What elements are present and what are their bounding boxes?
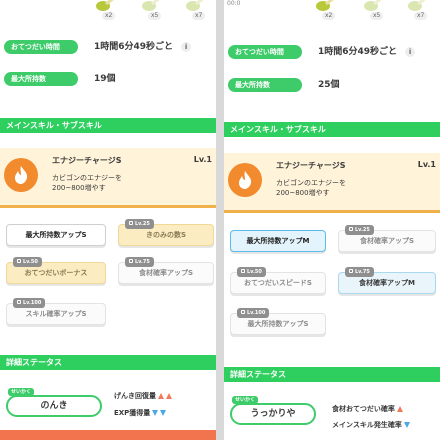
subskill-slot-50[interactable]: Lv.50 おてつだいスピードS — [230, 267, 326, 294]
up-arrow-icon — [158, 393, 164, 399]
nature-box[interactable]: のんき — [6, 395, 102, 417]
ingredient-qty: x7 — [192, 12, 206, 20]
up-arrow-icon — [166, 393, 172, 399]
main-skill-card[interactable]: エナジーチャージS Lv.1 カビゴンのエナジーを 200~800増やす — [0, 148, 216, 208]
nature-down-effect: メインスキル発生確率 — [332, 420, 410, 430]
subskill-slot-75[interactable]: Lv.75 食材確率アップS — [118, 257, 214, 284]
main-skill-name: エナジーチャージS — [52, 156, 122, 165]
nature-up-effect: 食材おてつだい確率 — [332, 404, 403, 414]
main-skill-name: エナジーチャージS — [276, 161, 346, 170]
subskill-slot-100[interactable]: Lv.100 最大所持数アップS — [230, 308, 326, 335]
ingredient-strip: 00:0 x2 x5 x7 — [224, 0, 440, 26]
nature-down-effect: EXP獲得量 — [114, 408, 167, 418]
subskill-slot-25[interactable]: Lv.25 きのみの数S — [118, 219, 214, 246]
ingredient-qty: x5 — [370, 12, 384, 20]
ingredient-item[interactable]: x7 — [178, 0, 216, 24]
subskill-slot-100[interactable]: Lv.100 スキル確率アップS — [6, 298, 106, 325]
max-carry-value: 25個 — [318, 80, 340, 90]
main-skill-card[interactable]: エナジーチャージS Lv.1 カビゴンのエナジーを 200~800増やす — [224, 153, 440, 213]
down-arrow-icon — [403, 422, 410, 428]
left-screenshot-panel: x2 x5 x7 おてつだい時間 1時間6分49秒ごと i 最大所持数 19個 メ… — [0, 0, 216, 440]
subskill-slot-75[interactable]: Lv.75 食材確率アップM — [338, 267, 436, 294]
stats-section-header: 詳細ステータス — [0, 355, 216, 370]
ingredient-item[interactable]: x2 — [88, 0, 128, 24]
main-skill-description: カビゴンのエナジーを 200~800増やす — [276, 179, 346, 197]
skills-section-header: メインスキル・サブスキル — [224, 122, 440, 137]
main-skill-description: カビゴンのエナジーを 200~800増やす — [52, 174, 122, 192]
card-divider — [224, 210, 440, 213]
max-carry-label: 最大所持数 — [228, 78, 302, 92]
ingredient-item[interactable]: x5 — [134, 0, 174, 24]
card-divider — [0, 205, 216, 208]
ingredient-qty: x2 — [102, 12, 116, 20]
subskill-slot-25[interactable]: Lv.25 食材確率アップS — [338, 225, 436, 252]
ingredient-qty: x7 — [414, 12, 428, 20]
down-arrow-icon — [152, 410, 159, 416]
info-icon[interactable]: i — [405, 46, 416, 57]
fire-icon — [4, 158, 38, 192]
stats-section-header: 詳細ステータス — [224, 367, 440, 382]
help-time-value: 1時間6分49秒ごと i — [94, 40, 192, 54]
ingredient-qty: x2 — [322, 12, 336, 20]
subskill-slot-1[interactable]: 最大所持数アップS — [6, 224, 106, 246]
nature-up-effect: げんき回復量 — [114, 391, 172, 401]
help-time-label: おてつだい時間 — [228, 45, 302, 59]
subskill-slot-1[interactable]: 最大所持数アップM — [230, 230, 326, 252]
main-skill-level: Lv.1 — [193, 155, 212, 164]
down-arrow-icon — [160, 410, 167, 416]
up-arrow-icon — [396, 406, 403, 412]
ingredient-item[interactable]: x2 — [308, 0, 348, 24]
subskill-slot-50[interactable]: Lv.50 おてつだいボーナス — [6, 257, 106, 284]
ingredient-item[interactable]: x7 — [400, 0, 440, 24]
help-time-value: 1時間6分49秒ごと i — [318, 45, 416, 59]
info-icon[interactable]: i — [181, 41, 192, 52]
fire-icon — [228, 163, 262, 197]
ingredient-item[interactable]: x5 — [356, 0, 396, 24]
bottom-edge — [0, 430, 216, 440]
main-skill-level: Lv.1 — [417, 160, 436, 169]
skills-section-header: メインスキル・サブスキル — [0, 118, 216, 133]
help-time-label: おてつだい時間 — [4, 40, 78, 54]
ingredient-strip: x2 x5 x7 — [0, 0, 216, 26]
max-carry-label: 最大所持数 — [4, 72, 78, 86]
max-carry-value: 19個 — [94, 74, 116, 84]
right-screenshot-panel: 00:0 x2 x5 x7 おてつだい時間 1時間6分49秒ごと i 最大所持数 … — [224, 0, 440, 440]
top-label: 00:0 — [227, 0, 241, 7]
nature-box[interactable]: うっかりや — [230, 403, 316, 425]
ingredient-qty: x5 — [148, 12, 162, 20]
